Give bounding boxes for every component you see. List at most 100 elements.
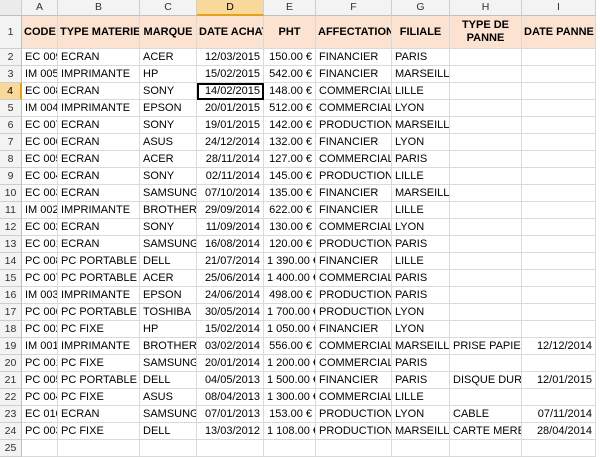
row-header[interactable]: 22	[0, 389, 22, 406]
table-cell[interactable]: HP	[140, 66, 197, 83]
table-cell[interactable]: 127.00 €	[264, 151, 316, 168]
table-cell[interactable]: PARIS	[392, 355, 450, 372]
column-title-cell[interactable]: TYPE DE PANNE	[450, 16, 522, 49]
row-header[interactable]: 15	[0, 270, 22, 287]
table-cell[interactable]	[522, 236, 596, 253]
table-cell[interactable]: PC 007	[22, 270, 58, 287]
table-cell[interactable]: PC FIXE	[58, 355, 140, 372]
table-cell[interactable]: FINANCIER	[316, 185, 392, 202]
table-cell[interactable]: ECRAN	[58, 83, 140, 100]
table-cell[interactable]	[316, 440, 392, 457]
active-cell[interactable]: 14/02/2015	[197, 83, 264, 100]
table-cell[interactable]: PRODUCTION	[316, 423, 392, 440]
table-cell[interactable]: PARIS	[392, 236, 450, 253]
table-cell[interactable]: MARSEILLE	[392, 185, 450, 202]
table-cell[interactable]: EPSON	[140, 287, 197, 304]
table-cell[interactable]	[450, 355, 522, 372]
row-header[interactable]: 4	[0, 83, 22, 100]
row-header[interactable]: 5	[0, 100, 22, 117]
table-cell[interactable]: 148.00 €	[264, 83, 316, 100]
column-title-cell[interactable]: PHT	[264, 16, 316, 49]
table-cell[interactable]: EC 003	[22, 185, 58, 202]
table-cell[interactable]	[450, 270, 522, 287]
table-cell[interactable]: ECRAN	[58, 134, 140, 151]
table-cell[interactable]: ECRAN	[58, 151, 140, 168]
table-cell[interactable]: SONY	[140, 168, 197, 185]
table-cell[interactable]: DELL	[140, 423, 197, 440]
table-cell[interactable]: 03/02/2014	[197, 338, 264, 355]
table-cell[interactable]: PC 003	[22, 423, 58, 440]
table-cell[interactable]: DELL	[140, 253, 197, 270]
table-cell[interactable]	[450, 134, 522, 151]
table-cell[interactable]: PC PORTABLE	[58, 253, 140, 270]
row-header[interactable]: 23	[0, 406, 22, 423]
table-cell[interactable]: PARIS	[392, 372, 450, 389]
table-cell[interactable]	[450, 100, 522, 117]
table-cell[interactable]: 28/11/2014	[197, 151, 264, 168]
table-cell[interactable]: 1 108.00 €	[264, 423, 316, 440]
table-cell[interactable]: 24/12/2014	[197, 134, 264, 151]
table-cell[interactable]: SAMSUNG	[140, 185, 197, 202]
table-cell[interactable]: SONY	[140, 83, 197, 100]
row-header[interactable]: 7	[0, 134, 22, 151]
column-title-cell[interactable]: FILIALE	[392, 16, 450, 49]
table-cell[interactable]: LYON	[392, 134, 450, 151]
table-cell[interactable]	[450, 219, 522, 236]
table-cell[interactable]: EPSON	[140, 100, 197, 117]
table-cell[interactable]: 25/06/2014	[197, 270, 264, 287]
table-cell[interactable]: 153.00 €	[264, 406, 316, 423]
table-cell[interactable]: 29/09/2014	[197, 202, 264, 219]
table-cell[interactable]: PRODUCTION	[316, 406, 392, 423]
table-cell[interactable]	[450, 236, 522, 253]
table-cell[interactable]: LYON	[392, 304, 450, 321]
row-header[interactable]: 9	[0, 168, 22, 185]
table-cell[interactable]: 20/01/2014	[197, 355, 264, 372]
table-cell[interactable]	[522, 66, 596, 83]
table-cell[interactable]: 135.00 €	[264, 185, 316, 202]
column-header-i[interactable]: I	[522, 0, 596, 16]
table-cell[interactable]: PRODUCTION	[316, 236, 392, 253]
table-cell[interactable]: PC 001	[22, 355, 58, 372]
table-cell[interactable]: 12/12/2014	[522, 338, 596, 355]
table-cell[interactable]	[522, 202, 596, 219]
table-cell[interactable]: ECRAN	[58, 185, 140, 202]
table-cell[interactable]: PC FIXE	[58, 389, 140, 406]
select-all-corner[interactable]	[0, 0, 22, 16]
table-cell[interactable]: 20/01/2015	[197, 100, 264, 117]
table-cell[interactable]	[522, 440, 596, 457]
table-cell[interactable]: 08/04/2013	[197, 389, 264, 406]
table-cell[interactable]: EC 007	[22, 117, 58, 134]
table-cell[interactable]: 1 400.00 €	[264, 270, 316, 287]
row-header[interactable]: 21	[0, 372, 22, 389]
row-header[interactable]: 16	[0, 287, 22, 304]
table-cell[interactable]: SONY	[140, 117, 197, 134]
table-cell[interactable]: IMPRIMANTE	[58, 287, 140, 304]
table-cell[interactable]: FINANCIER	[316, 202, 392, 219]
table-cell[interactable]: LYON	[392, 219, 450, 236]
table-cell[interactable]: 132.00 €	[264, 134, 316, 151]
column-title-cell[interactable]: DATE ACHAT	[197, 16, 264, 49]
column-title-cell[interactable]: DATE PANNE	[522, 16, 596, 49]
table-cell[interactable]: PC PORTABLE	[58, 270, 140, 287]
table-cell[interactable]: 12/01/2015	[522, 372, 596, 389]
table-cell[interactable]: IM 004	[22, 100, 58, 117]
table-cell[interactable]: LILLE	[392, 389, 450, 406]
table-cell[interactable]: COMMERCIAL	[316, 338, 392, 355]
table-cell[interactable]: PRISE PAPIER	[450, 338, 522, 355]
row-header[interactable]: 25	[0, 440, 22, 457]
table-cell[interactable]: SAMSUNG	[140, 355, 197, 372]
table-cell[interactable]: IMPRIMANTE	[58, 66, 140, 83]
table-cell[interactable]: 02/11/2014	[197, 168, 264, 185]
table-cell[interactable]: MARSEILLE	[392, 117, 450, 134]
table-cell[interactable]: IM 005	[22, 66, 58, 83]
table-cell[interactable]	[392, 440, 450, 457]
table-cell[interactable]: 120.00 €	[264, 236, 316, 253]
table-cell[interactable]	[450, 321, 522, 338]
table-cell[interactable]: IMPRIMANTE	[58, 202, 140, 219]
table-cell[interactable]: ASUS	[140, 134, 197, 151]
table-cell[interactable]	[522, 355, 596, 372]
column-header-a[interactable]: A	[22, 0, 58, 16]
table-cell[interactable]: PC 005	[22, 372, 58, 389]
row-header[interactable]: 2	[0, 49, 22, 66]
table-cell[interactable]: 11/09/2014	[197, 219, 264, 236]
